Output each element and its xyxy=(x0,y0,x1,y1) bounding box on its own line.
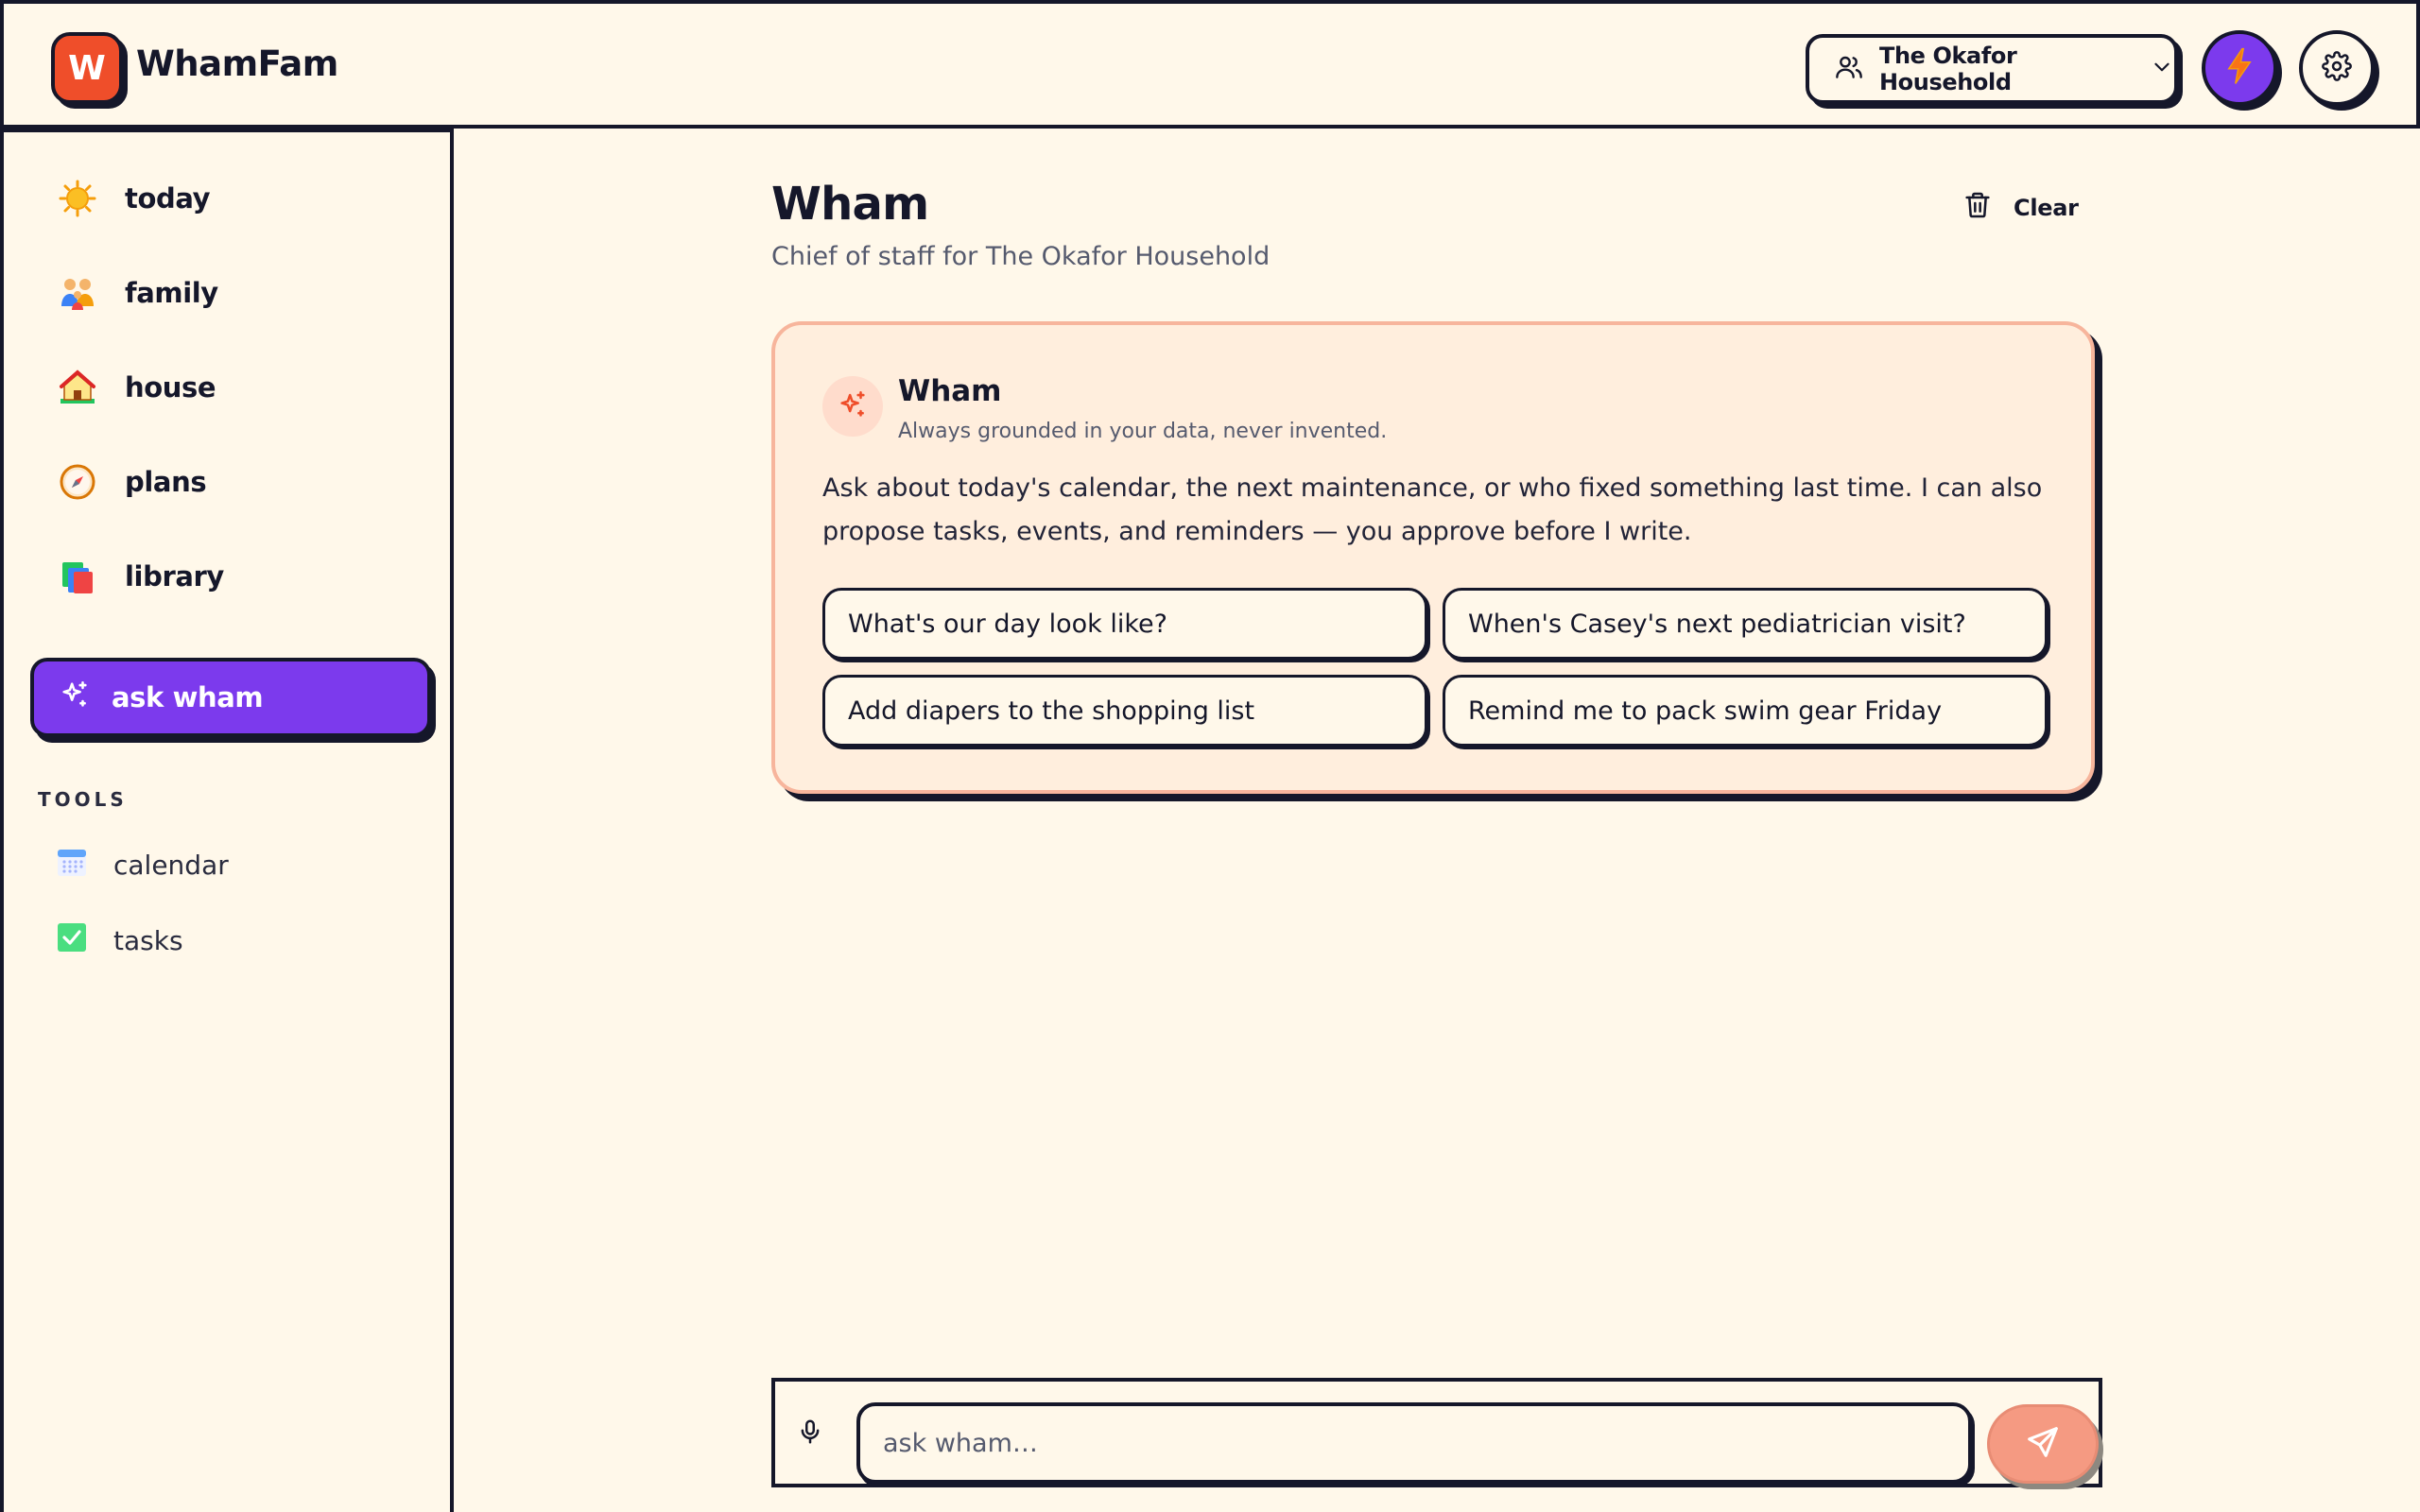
sidebar-item-house[interactable]: house xyxy=(57,359,216,416)
sidebar-item-tasks[interactable]: tasks xyxy=(57,917,183,964)
clear-label: Clear xyxy=(2014,195,2079,221)
sidebar-item-plans[interactable]: plans xyxy=(57,454,207,510)
family-emoji-icon xyxy=(57,272,98,314)
page-subtitle: Chief of staff for The Okafor Household xyxy=(771,242,1270,271)
assistant-name: Wham xyxy=(898,374,1002,408)
household-name: The Okafor Household xyxy=(1879,43,2017,95)
sidebar-item-today[interactable]: today xyxy=(57,170,211,227)
quick-actions-button[interactable] xyxy=(2202,30,2277,106)
send-button[interactable] xyxy=(1987,1404,2099,1484)
settings-button[interactable] xyxy=(2299,30,2375,106)
checkbox-icon xyxy=(57,922,87,959)
assistant-avatar xyxy=(822,376,883,437)
sidebar-item-label: library xyxy=(125,560,224,593)
trash-icon xyxy=(1962,189,1993,227)
compass-emoji-icon xyxy=(57,461,98,503)
sidebar-item-calendar[interactable]: calendar xyxy=(57,841,229,888)
sidebar-item-family[interactable]: family xyxy=(57,265,218,321)
assistant-intro-card: Wham Always grounded in your data, never… xyxy=(771,321,2095,794)
page-title: Wham xyxy=(771,178,929,231)
suggestion-chip[interactable]: What's our day look like? xyxy=(822,588,1427,660)
assistant-tagline: Always grounded in your data, never inve… xyxy=(898,420,1388,443)
tools-section-heading: TOOLS xyxy=(38,788,128,811)
suggestion-chip[interactable]: When's Casey's next pediatrician visit? xyxy=(1443,588,2048,660)
top-bar: W WhamFam The Okafor Household xyxy=(0,0,2420,129)
sidebar-item-label: plans xyxy=(125,466,207,498)
household-switcher-button[interactable]: The Okafor Household xyxy=(1806,34,2178,104)
ask-wham-button[interactable]: ask wham xyxy=(30,658,431,737)
message-composer xyxy=(771,1378,2102,1487)
calendar-icon xyxy=(57,847,87,884)
sparkles-icon xyxy=(837,388,869,424)
app-name: WhamFam xyxy=(136,43,338,84)
suggestion-chip[interactable]: Add diapers to the shopping list xyxy=(822,675,1427,747)
assistant-intro-text: Ask about today's calendar, the next mai… xyxy=(822,473,2043,546)
ask-wham-label: ask wham xyxy=(112,681,264,713)
microphone-icon xyxy=(796,1418,824,1450)
suggestion-chip[interactable]: Remind me to pack swim gear Friday xyxy=(1443,675,2048,747)
message-input[interactable] xyxy=(856,1402,1972,1484)
clear-button[interactable]: Clear xyxy=(1962,189,2079,227)
chevron-down-icon xyxy=(2150,55,2174,83)
sidebar-item-label: house xyxy=(125,371,216,404)
house-emoji-icon xyxy=(57,367,98,408)
sidebar-item-label: today xyxy=(125,182,211,215)
send-icon xyxy=(2025,1424,2061,1464)
app-logo[interactable]: W xyxy=(51,32,123,104)
sun-emoji-icon xyxy=(57,178,98,219)
sidebar-item-library[interactable]: library xyxy=(57,548,224,605)
books-emoji-icon xyxy=(57,556,98,597)
sidebar: today family house plans library ask wha… xyxy=(0,129,454,1512)
users-icon xyxy=(1834,52,1864,86)
sidebar-item-label: tasks xyxy=(113,924,183,956)
microphone-button[interactable] xyxy=(794,1418,826,1450)
gear-icon xyxy=(2322,51,2352,85)
sidebar-item-label: family xyxy=(125,277,218,309)
lightning-bolt-icon xyxy=(2223,47,2256,89)
sidebar-item-label: calendar xyxy=(113,849,229,881)
sparkles-icon xyxy=(59,679,91,717)
